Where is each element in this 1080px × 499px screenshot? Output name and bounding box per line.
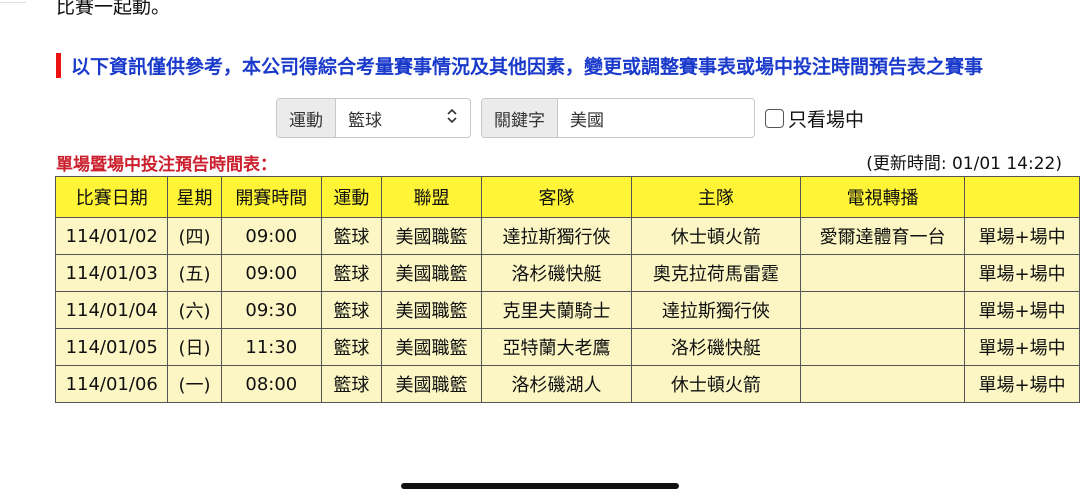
table-cell: 洛杉磯快艇 — [630, 328, 801, 366]
table-cell: 09:00 — [220, 217, 323, 255]
top-divider — [0, 2, 26, 3]
table-cell: 美國職籃 — [380, 254, 483, 292]
table-cell: 達拉斯獨行俠 — [481, 217, 632, 255]
table-cell: 籃球 — [321, 254, 382, 292]
table-cell — [799, 328, 966, 366]
table-cell: 單場+場中 — [964, 217, 1080, 255]
table-cell: 114/01/05 — [54, 328, 169, 366]
table-cell: 亞特蘭大老鷹 — [481, 328, 632, 366]
table-cell: 114/01/06 — [54, 365, 169, 403]
table-cell: 克里夫蘭騎士 — [481, 291, 632, 329]
keyword-label: 關鍵字 — [482, 99, 558, 137]
table-cell: (日) — [167, 328, 222, 366]
column-header: 比賽日期 — [54, 176, 169, 218]
table-cell — [799, 365, 966, 403]
column-header: 運動 — [321, 176, 382, 218]
update-time: (更新時間: 01/01 14:22) — [866, 154, 1062, 174]
table-cell: 達拉斯獨行俠 — [630, 291, 801, 329]
schedule-title: 單場暨場中投注預告時間表： — [56, 155, 277, 175]
table-cell: (五) — [167, 254, 222, 292]
table-cell — [799, 291, 966, 329]
chevron-up-down-icon — [446, 108, 458, 129]
table-cell: 美國職籃 — [380, 217, 483, 255]
filter-bar: 運動 籃球 關鍵字 美國 只看場中 — [276, 98, 864, 138]
column-header: 開賽時間 — [220, 176, 323, 218]
live-only-toggle[interactable]: 只看場中 — [765, 105, 864, 132]
keyword-filter: 關鍵字 美國 — [481, 98, 755, 138]
table-cell: 洛杉磯快艇 — [481, 254, 632, 292]
table-cell: 奧克拉荷馬雷霆 — [630, 254, 801, 292]
table-cell: 單場+場中 — [964, 328, 1080, 366]
table-row: 114/01/06 (一) 08:00 籃球 美國職籃 洛杉磯湖人 休士頓火箭 單場+場中 — [54, 365, 1080, 403]
table-cell: 美國職籃 — [380, 291, 483, 329]
table-cell: 籃球 — [321, 291, 382, 329]
table-row: 114/01/04 (六) 09:30 籃球 美國職籃 克里夫蘭騎士 達拉斯獨行俠 單場+場中 — [54, 291, 1080, 329]
table-row: 114/01/05 (日) 11:30 籃球 美國職籃 亞特蘭大老鷹 洛杉磯快艇 單場+場中 — [54, 328, 1080, 366]
table-cell: 休士頓火箭 — [630, 365, 801, 403]
table-cell: 籃球 — [321, 328, 382, 366]
sport-label: 運動 — [277, 99, 336, 137]
table-cell: 美國職籃 — [380, 328, 483, 366]
table-cell: 休士頓火箭 — [630, 217, 801, 255]
table-cell: 單場+場中 — [964, 365, 1080, 403]
schedule-table: 比賽日期 星期 開賽時間 運動 聯盟 客隊 主隊 電視轉播 114/01/02 (四) 09:00… — [54, 176, 1080, 403]
table-cell: 11:30 — [220, 328, 323, 366]
table-cell: 114/01/03 — [54, 254, 169, 292]
table-cell — [799, 254, 966, 292]
column-header — [964, 176, 1080, 218]
table-row: 114/01/02 (四) 09:00 籃球 美國職籃 達拉斯獨行俠 休士頓火箭 愛爾達體育一… — [54, 217, 1080, 255]
table-cell: 114/01/02 — [54, 217, 169, 255]
table-cell: 籃球 — [321, 365, 382, 403]
notice-text: 以下資訊僅供參考，本公司得綜合考量賽事情況及其他因素，變更或調整賽事表或場中投注… — [71, 55, 984, 78]
notice-banner: 以下資訊僅供參考，本公司得綜合考量賽事情況及其他因素，變更或調整賽事表或場中投注… — [56, 52, 1080, 78]
live-only-label: 只看場中 — [788, 108, 865, 131]
table-cell: 09:00 — [220, 254, 323, 292]
table-cell: 籃球 — [321, 217, 382, 255]
sport-select[interactable]: 籃球 — [336, 99, 470, 137]
column-header: 電視轉播 — [799, 176, 966, 218]
keyword-input[interactable]: 美國 — [558, 99, 754, 137]
live-only-checkbox[interactable] — [765, 108, 784, 128]
table-cell: 美國職籃 — [380, 365, 483, 403]
table-row: 114/01/03 (五) 09:00 籃球 美國職籃 洛杉磯快艇 奧克拉荷馬雷霆 單場+場中 — [54, 254, 1080, 292]
column-header: 星期 — [167, 176, 222, 218]
table-cell: (四) — [167, 217, 222, 255]
table-cell: 愛爾達體育一台 — [799, 217, 966, 255]
table-cell: (一) — [167, 365, 222, 403]
home-indicator[interactable] — [401, 483, 679, 489]
table-cell: 09:30 — [220, 291, 323, 329]
table-cell: 114/01/04 — [54, 291, 169, 329]
table-cell: 洛杉磯湖人 — [481, 365, 632, 403]
column-header: 聯盟 — [380, 176, 483, 218]
sport-select-value: 籃球 — [348, 110, 382, 131]
intro-text: 比賽一起動。 — [56, 0, 171, 18]
column-header: 主隊 — [630, 176, 801, 218]
table-header-row: 比賽日期 星期 開賽時間 運動 聯盟 客隊 主隊 電視轉播 — [54, 176, 1080, 218]
table-cell: 單場+場中 — [964, 291, 1080, 329]
sport-filter: 運動 籃球 — [276, 98, 471, 138]
table-cell: (六) — [167, 291, 222, 329]
table-cell: 08:00 — [220, 365, 323, 403]
table-cell: 單場+場中 — [964, 254, 1080, 292]
notice-accent-bar — [56, 52, 61, 78]
column-header: 客隊 — [481, 176, 632, 218]
